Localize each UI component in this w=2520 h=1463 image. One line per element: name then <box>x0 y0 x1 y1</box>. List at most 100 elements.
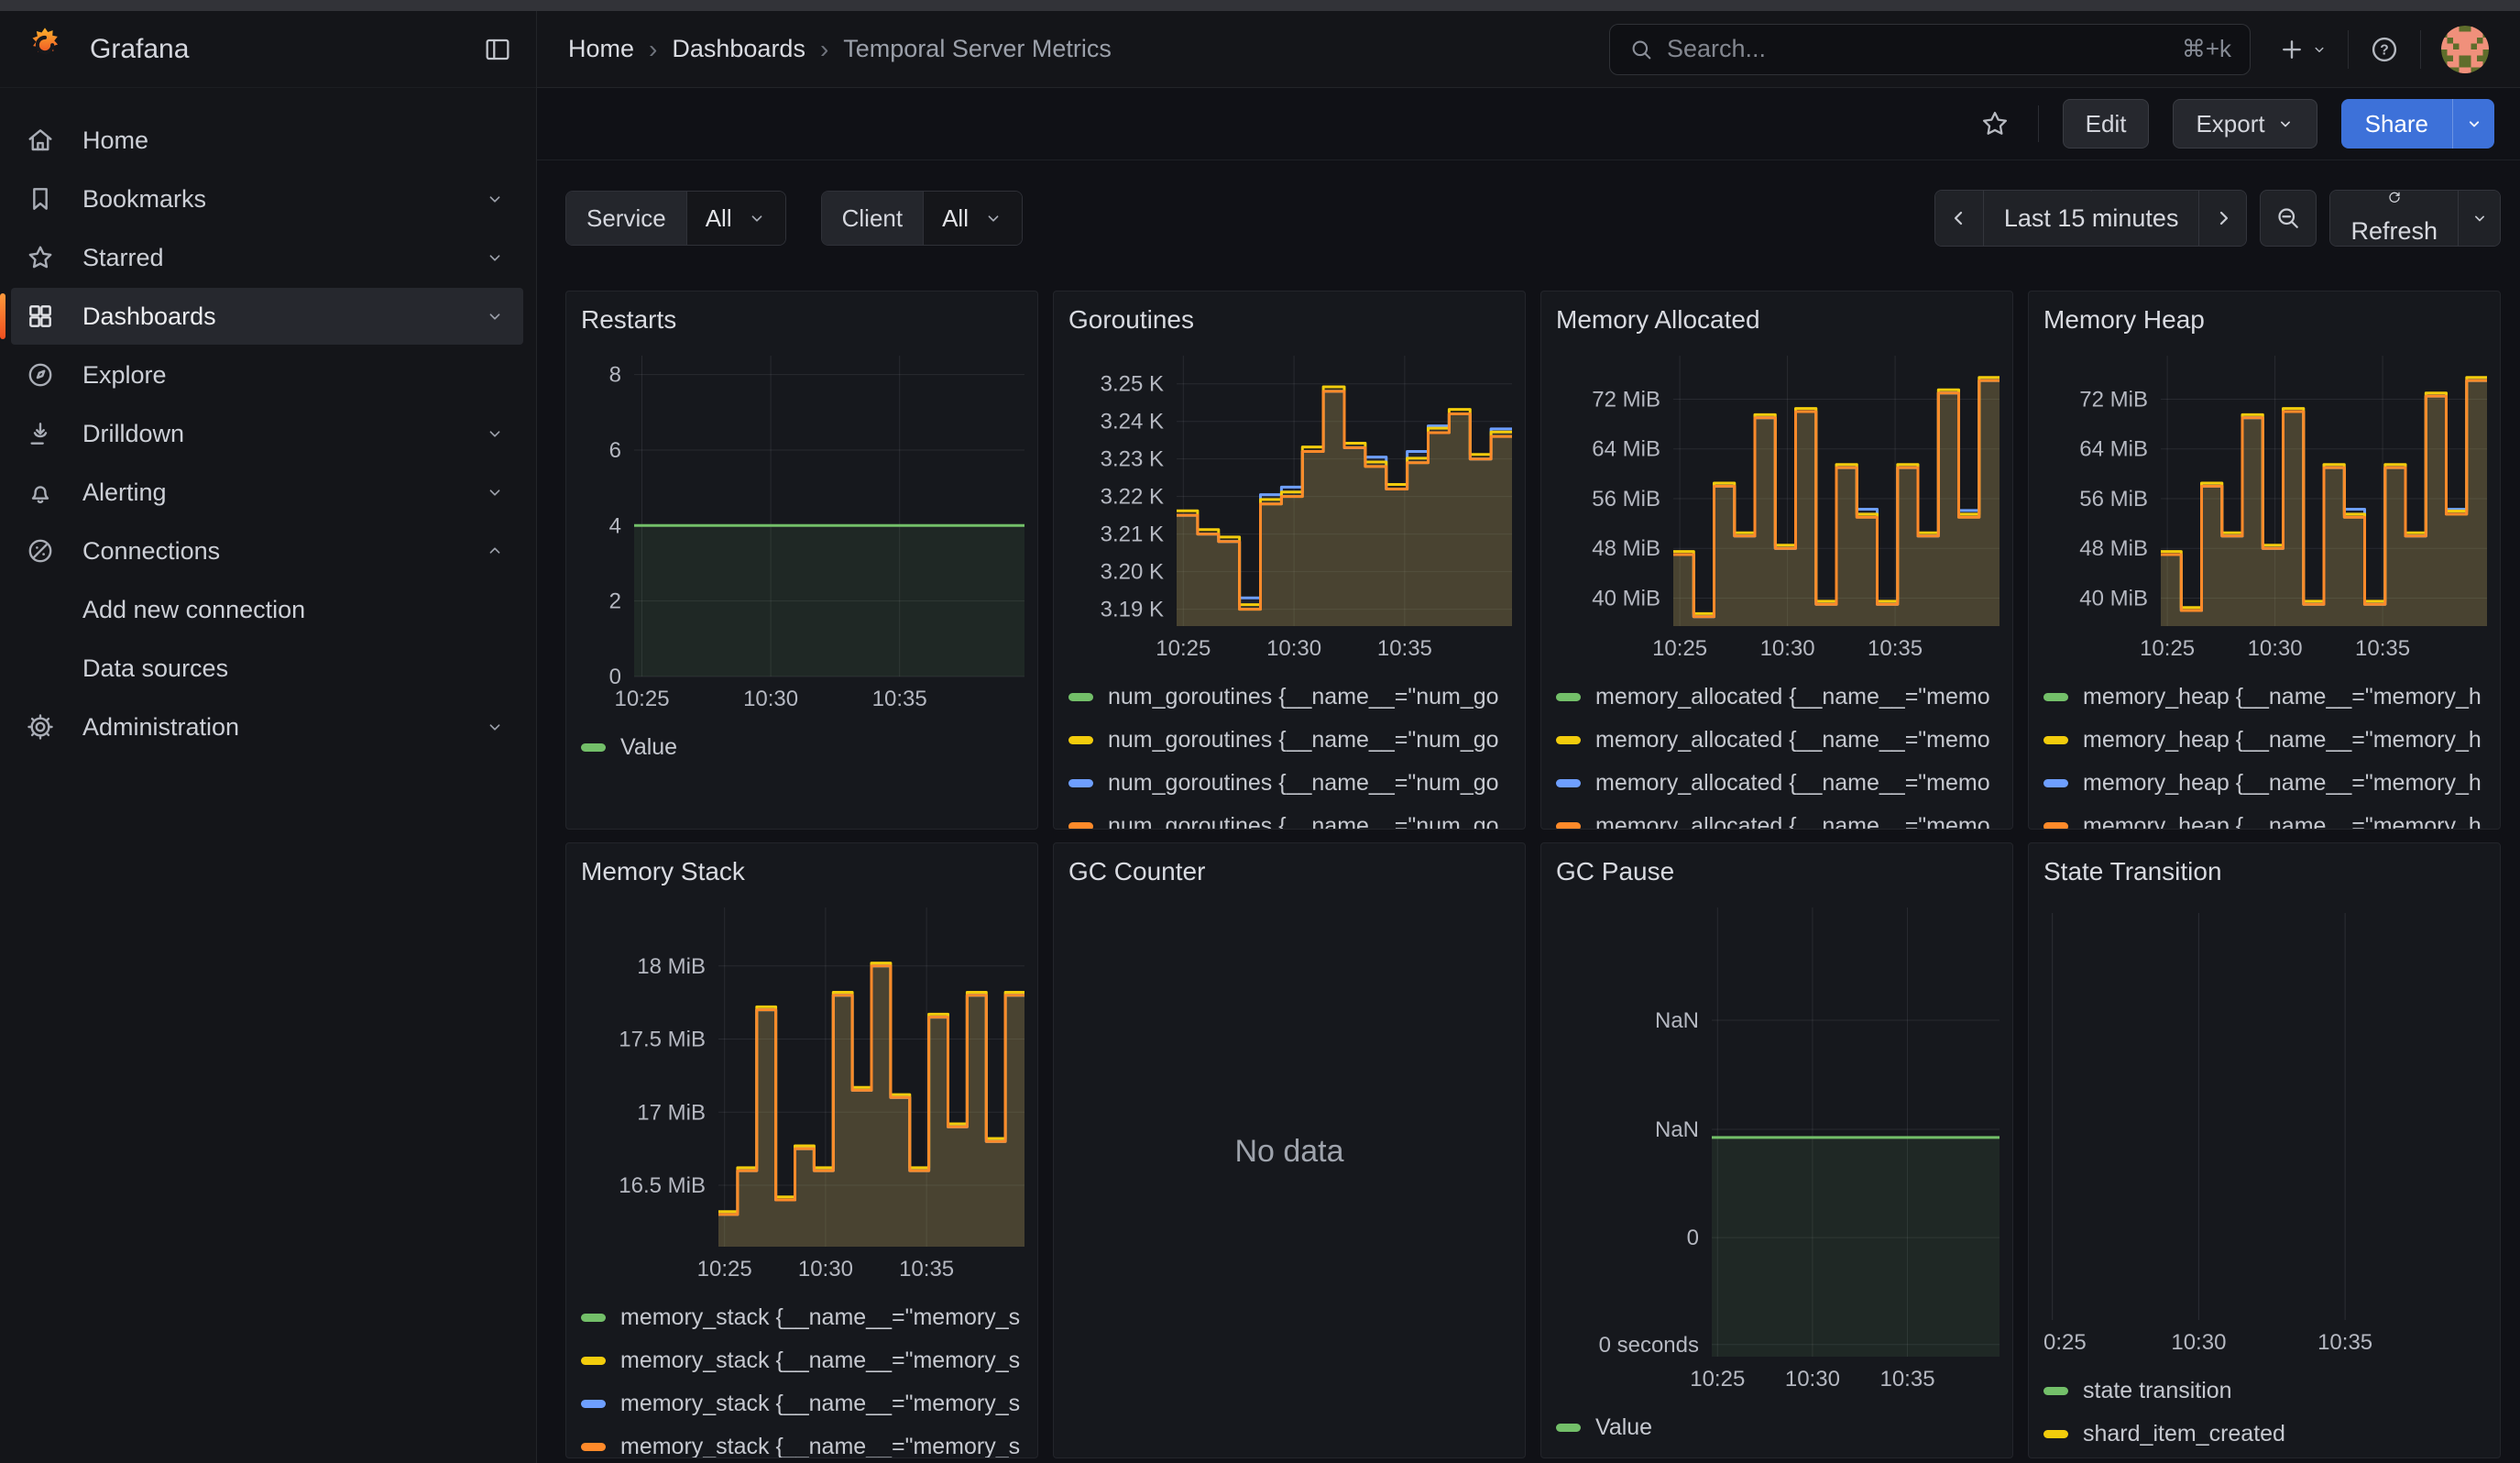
chevron-down-icon[interactable] <box>485 189 505 209</box>
chart-memory-allocated[interactable]: 10:2510:3010:3572 MiB64 MiB56 MiB48 MiB4… <box>1556 348 2000 665</box>
refresh-button[interactable]: Refresh <box>2330 191 2458 246</box>
legend-item[interactable]: num_goroutines {__name__="num_go <box>1068 767 1510 798</box>
sidebar-item-alerting[interactable]: Alerting <box>11 464 523 521</box>
chart-gc-pause[interactable]: 10:2510:3010:35NaNNaN00 seconds <box>1556 900 2000 1395</box>
favorite-star-button[interactable] <box>1979 108 2011 139</box>
variable-value-dropdown[interactable]: All <box>923 192 1022 245</box>
panel-title[interactable]: Memory Allocated <box>1556 304 1998 336</box>
sidebar-item-data-sources[interactable]: Data sources <box>11 640 523 697</box>
panel-gc-pause: GC Pause 10:2510:3010:35NaNNaN00 seconds V… <box>1540 842 2013 1458</box>
legend-item[interactable]: memory_allocated {__name__="memo <box>1556 767 1998 798</box>
legend-series-label: memory_allocated {__name__="memo <box>1595 813 1990 830</box>
legend-item[interactable]: Value <box>581 732 1023 763</box>
panel-title[interactable]: Restarts <box>581 304 1023 336</box>
legend-item[interactable]: memory_allocated {__name__="memo <box>1556 724 1998 755</box>
svg-text:56 MiB: 56 MiB <box>1592 487 1660 512</box>
legend-series-color <box>1068 822 1093 830</box>
sidebar-item-bookmarks[interactable]: Bookmarks <box>11 170 523 227</box>
panel-title[interactable]: Memory Heap <box>2043 304 2485 336</box>
refresh-interval-button[interactable] <box>2458 191 2500 246</box>
legend-series-color <box>2043 1430 2068 1438</box>
sidebar-item-dashboards[interactable]: Dashboards <box>11 288 523 345</box>
chart-state-transition[interactable]: 0:2510:3010:35 <box>2043 900 2487 1358</box>
legend-item[interactable]: state transition <box>2043 1375 2485 1406</box>
svg-text:6: 6 <box>609 438 621 463</box>
legend-item[interactable]: memory_heap {__name__="memory_h <box>2043 767 2485 798</box>
panel-title[interactable]: GC Pause <box>1556 856 1998 887</box>
legend-item[interactable]: memory_allocated {__name__="memo <box>1556 810 1998 830</box>
legend-series-label: memory_stack {__name__="memory_s <box>620 1391 1020 1417</box>
legend-series-label: memory_heap {__name__="memory_h <box>2083 684 2482 710</box>
chevron-down-icon[interactable] <box>485 424 505 444</box>
edit-button[interactable]: Edit <box>2063 99 2150 148</box>
sidebar-item-home[interactable]: Home <box>11 112 523 169</box>
sidebar-item-label: Dashboards <box>82 302 216 331</box>
legend-item[interactable]: memory_heap {__name__="memory_h <box>2043 681 2485 712</box>
chevron-up-icon[interactable] <box>485 541 505 561</box>
chart-restarts[interactable]: 10:2510:3010:3586420 <box>581 348 1024 715</box>
clock-icon <box>2077 191 2105 192</box>
help-button[interactable]: ? <box>2369 34 2400 65</box>
breadcrumb-item[interactable]: Home <box>568 35 634 63</box>
zoom-out-button[interactable] <box>2260 190 2317 247</box>
chart-goroutines[interactable]: 10:2510:3010:353.25 K3.24 K3.23 K3.22 K3… <box>1068 348 1512 665</box>
variable-value: All <box>942 204 969 233</box>
legend-item[interactable]: num_goroutines {__name__="num_go <box>1068 681 1510 712</box>
time-controls: Last 15 minutes <box>1934 190 2501 247</box>
breadcrumb: Home›Dashboards›Temporal Server Metrics <box>568 35 1112 64</box>
sidebar-item-connections[interactable]: Connections <box>11 522 523 579</box>
legend-item[interactable]: num_goroutines {__name__="num_go <box>1068 810 1510 830</box>
sidebar-item-drilldown[interactable]: Drilldown <box>11 405 523 462</box>
legend-series-color <box>581 1400 606 1408</box>
share-menu-button[interactable] <box>2452 99 2494 148</box>
breadcrumb-item[interactable]: Dashboards <box>672 35 805 63</box>
sidebar-item-explore[interactable]: Explore <box>11 346 523 403</box>
search-box[interactable]: ⌘+k <box>1609 24 2251 75</box>
chevron-down-icon[interactable] <box>485 482 505 502</box>
panel-title[interactable]: Goroutines <box>1068 304 1510 336</box>
legend-item[interactable]: memory_allocated {__name__="memo <box>1556 681 1998 712</box>
svg-text:10:35: 10:35 <box>1879 1367 1934 1392</box>
legend-item[interactable]: memory_stack {__name__="memory_s <box>581 1302 1023 1333</box>
legend-item[interactable]: memory_stack {__name__="memory_s <box>581 1431 1023 1458</box>
legend-series-label: num_goroutines {__name__="num_go <box>1108 770 1499 797</box>
sidebar-item-add-new-connection[interactable]: Add new connection <box>11 581 523 638</box>
sidebar: Grafana HomeBookmarksStarredDashboardsEx… <box>0 11 537 1463</box>
legend-item[interactable]: shard_item_created <box>2043 1418 2485 1449</box>
panel-title[interactable]: GC Counter <box>1068 856 1510 887</box>
panel-title[interactable]: State Transition <box>2043 856 2485 887</box>
legend-item[interactable]: memory_stack {__name__="memory_s <box>581 1345 1023 1376</box>
sidebar-item-administration[interactable]: Administration <box>11 698 523 755</box>
sidebar-toggle-button[interactable] <box>483 35 512 64</box>
svg-text:0 seconds: 0 seconds <box>1599 1333 1699 1358</box>
time-shift-forward-button[interactable] <box>2198 191 2246 246</box>
panel-legend: memory_allocated {__name__="memo memory_a… <box>1556 681 1998 830</box>
chart-memory-stack[interactable]: 10:2510:3010:3518 MiB17.5 MiB17 MiB16.5 … <box>581 900 1024 1285</box>
sidebar-item-starred[interactable]: Starred <box>11 229 523 286</box>
svg-text:10:30: 10:30 <box>1266 636 1321 661</box>
chart-memory-heap[interactable]: 10:2510:3010:3572 MiB64 MiB56 MiB48 MiB4… <box>2043 348 2487 665</box>
export-button[interactable]: Export <box>2173 99 2317 148</box>
chevron-down-icon[interactable] <box>485 248 505 268</box>
chevron-down-icon[interactable] <box>485 717 505 737</box>
legend-item[interactable]: memory_stack {__name__="memory_s <box>581 1388 1023 1419</box>
add-new-button[interactable] <box>2278 36 2328 63</box>
user-avatar[interactable] <box>2441 26 2489 73</box>
svg-text:40 MiB: 40 MiB <box>1592 586 1660 610</box>
time-shift-back-button[interactable] <box>1935 191 1983 246</box>
legend-series-color <box>2043 693 2068 701</box>
legend-item[interactable]: memory_heap {__name__="memory_h <box>2043 724 2485 755</box>
variable-value-dropdown[interactable]: All <box>686 192 785 245</box>
svg-text:10:35: 10:35 <box>899 1257 954 1282</box>
share-split-button: Share <box>2341 99 2494 148</box>
legend-item[interactable]: Value <box>1556 1412 1998 1443</box>
panel-title[interactable]: Memory Stack <box>581 856 1023 887</box>
legend-item[interactable]: num_goroutines {__name__="num_go <box>1068 724 1510 755</box>
chevron-down-icon <box>983 208 1003 228</box>
search-input[interactable] <box>1667 35 2169 63</box>
time-range-picker[interactable]: Last 15 minutes <box>1983 191 2199 246</box>
share-button[interactable]: Share <box>2341 99 2452 148</box>
legend-series-color <box>1068 736 1093 744</box>
chevron-down-icon[interactable] <box>485 306 505 326</box>
legend-item[interactable]: memory_heap {__name__="memory_h <box>2043 810 2485 830</box>
